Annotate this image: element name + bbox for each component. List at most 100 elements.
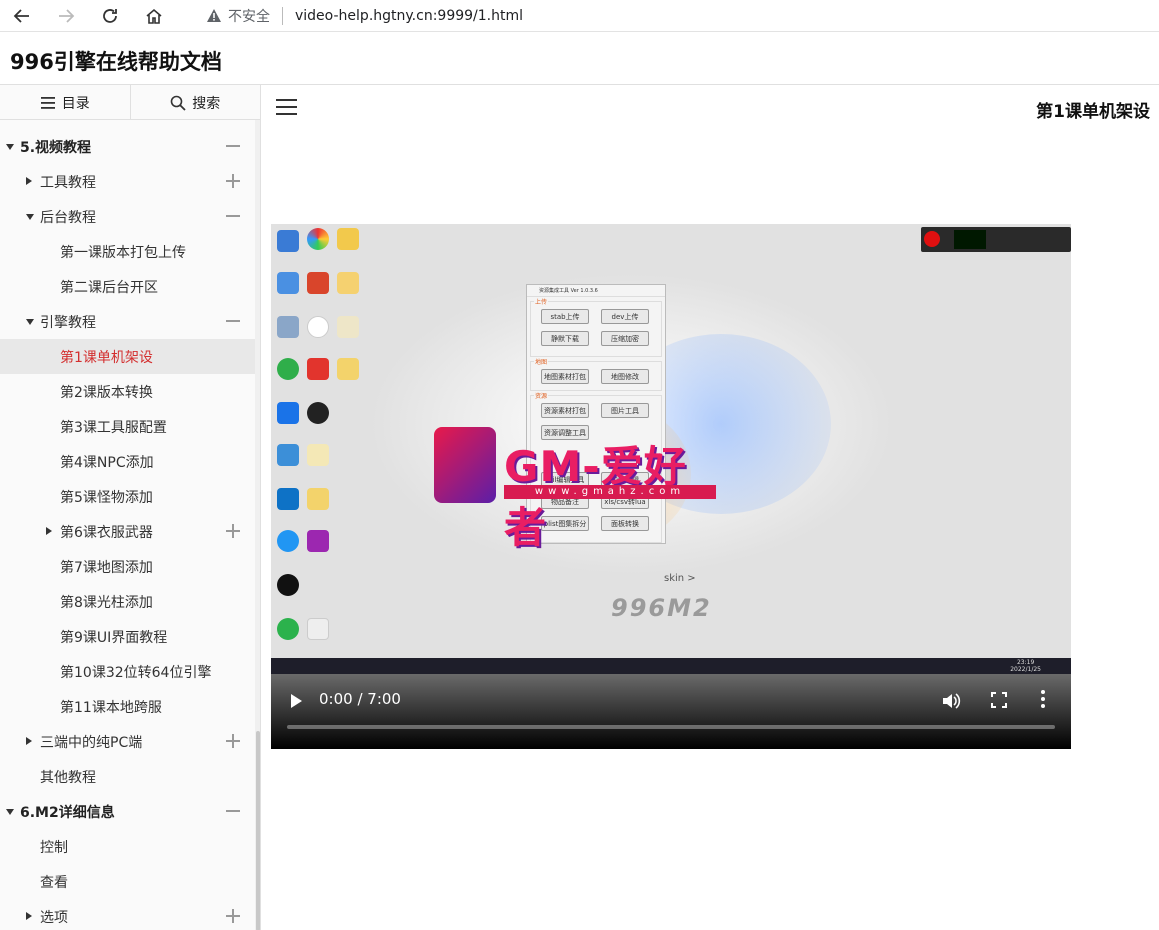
expand-icon[interactable] — [226, 174, 240, 188]
caret-down-icon[interactable] — [6, 144, 14, 150]
desktop-app-icon — [277, 402, 299, 424]
collapse-icon[interactable] — [226, 209, 240, 223]
address-bar[interactable]: 不安全 video-help.hgtny.cn:9999/1.html — [188, 0, 523, 32]
video-progress-bar[interactable] — [287, 725, 1055, 729]
expand-icon[interactable] — [226, 524, 240, 538]
caret-down-icon[interactable] — [26, 214, 34, 220]
toc-item-label: 工具教程 — [40, 174, 96, 191]
record-icon — [924, 231, 940, 247]
toc-item-label: 后台教程 — [40, 209, 96, 226]
expand-icon[interactable] — [226, 734, 240, 748]
toc-item-label: 第4课NPC添加 — [60, 454, 154, 471]
reload-button[interactable] — [88, 0, 132, 32]
watermark: GM-爱好者 www.gmahz.com — [434, 427, 724, 552]
watermark-url: www.gmahz.com — [504, 485, 716, 499]
toc-item-label: 第11课本地跨服 — [60, 699, 162, 716]
collapse-icon[interactable] — [226, 139, 240, 153]
toc-item[interactable]: 第6课衣服武器 — [0, 514, 255, 549]
toc-item[interactable]: 引擎教程 — [0, 304, 255, 339]
desktop-app-icon — [277, 358, 299, 380]
reload-icon — [103, 8, 117, 23]
toc-item[interactable]: 第1课单机架设 — [0, 339, 255, 374]
caret-right-icon[interactable] — [26, 737, 32, 745]
toc-item[interactable]: 选项 — [0, 899, 255, 930]
toc-item[interactable]: 工具教程 — [0, 164, 255, 199]
volume-icon[interactable] — [941, 691, 961, 711]
desktop-app-icon — [277, 574, 299, 596]
desktop-app-icon — [277, 272, 299, 294]
toc-tree: 5.视频教程工具教程后台教程第一课版本打包上传 第二课后台开区 引擎教程 第1课单机架… — [0, 129, 255, 930]
toc-item[interactable]: 6.M2详细信息 — [0, 794, 255, 829]
toc-item[interactable]: 第一课版本打包上传 — [0, 234, 255, 269]
toc-item[interactable]: 三端中的纯PC端 — [0, 724, 255, 759]
toc-item-label: 第2课版本转换 — [60, 384, 153, 401]
toc-item-label: 第8课光柱添加 — [60, 594, 153, 611]
caret-right-icon[interactable] — [26, 177, 32, 185]
taskbar-clock: 23:19 2022/1/25 — [1010, 659, 1041, 673]
insecure-label: 不安全 — [228, 9, 270, 25]
tab-toc-label: 目录 — [61, 95, 90, 112]
desktop-app-icon — [277, 230, 299, 252]
video-taskbar: 23:19 2022/1/25 — [271, 658, 1071, 674]
toc-item[interactable]: 第11课本地跨服 — [0, 689, 255, 724]
toc-item[interactable]: 后台教程 — [0, 199, 255, 234]
tool-window-title: 资源集成工具 Ver 1.0.3.6 — [527, 285, 665, 297]
home-button[interactable] — [132, 0, 176, 32]
menu-bar-icon — [276, 113, 297, 115]
toc-item[interactable]: 第2课版本转换 — [0, 374, 255, 409]
toc-item[interactable]: 5.视频教程 — [0, 129, 255, 164]
toc-item-label: 5.视频教程 — [20, 139, 92, 156]
sidebar-scrollbar-thumb[interactable] — [256, 731, 260, 930]
collapse-icon[interactable] — [226, 804, 240, 818]
desktop-app-icon — [337, 272, 359, 294]
tool-section: 上传 stab上传 dev上传 静默下载 压缩加密 — [530, 297, 662, 357]
tool-button: 图片工具 — [601, 403, 649, 418]
toc-item[interactable]: 第二课后台开区 — [0, 269, 255, 304]
caret-right-icon[interactable] — [46, 527, 52, 535]
tool-section-label: 上传 — [534, 297, 549, 306]
caret-down-icon[interactable] — [6, 809, 14, 815]
site-header: 996引擎在线帮助文档 — [0, 32, 1159, 85]
caret-right-icon[interactable] — [26, 912, 32, 920]
browser-toolbar: 不安全 video-help.hgtny.cn:9999/1.html — [0, 0, 1159, 32]
expand-icon[interactable] — [226, 909, 240, 923]
desktop-app-icon — [307, 530, 329, 552]
site-title: 996引擎在线帮助文档 — [10, 50, 222, 74]
collapse-icon[interactable] — [226, 314, 240, 328]
toc-item[interactable]: 查看 — [0, 864, 255, 899]
toc-item[interactable]: 第8课光柱添加 — [0, 584, 255, 619]
toc-item[interactable]: 其他教程 — [0, 759, 255, 794]
tool-button: 压缩加密 — [601, 331, 649, 346]
home-icon — [146, 8, 162, 24]
desktop-app-icon — [337, 316, 359, 338]
desktop-app-icon — [307, 358, 329, 380]
toc-item-label: 第6课衣服武器 — [60, 524, 153, 541]
toc-item-label: 控制 — [40, 839, 68, 856]
audio-meter — [954, 230, 986, 249]
tab-toc[interactable]: 目录 — [0, 85, 130, 120]
toc-item[interactable]: 第5课怪物添加 — [0, 479, 255, 514]
url-text[interactable]: video-help.hgtny.cn:9999/1.html — [295, 8, 523, 24]
desktop-app-icon — [307, 488, 329, 510]
video-player[interactable]: 资源集成工具 Ver 1.0.3.6 上传 stab上传 dev上传 静默下载 压缩… — [271, 224, 1071, 749]
menu-toggle-button[interactable] — [276, 99, 297, 115]
toc-item[interactable]: 第4课NPC添加 — [0, 444, 255, 479]
toc-item[interactable]: 第3课工具服配置 — [0, 409, 255, 444]
tab-search[interactable]: 搜索 — [129, 85, 261, 120]
play-icon[interactable] — [291, 694, 302, 708]
back-button[interactable] — [0, 0, 44, 32]
desktop-app-icon — [277, 316, 299, 338]
desktop-app-icon — [307, 316, 329, 338]
desktop-app-icon — [307, 272, 329, 294]
toc-item-label: 第5课怪物添加 — [60, 489, 153, 506]
forward-button[interactable] — [44, 0, 88, 32]
toc-item[interactable]: 第7课地图添加 — [0, 549, 255, 584]
toc-item[interactable]: 第9课UI界面教程 — [0, 619, 255, 654]
clock-time: 23:19 — [1016, 659, 1035, 666]
tool-section: 地图 地图素材打包 地图修改 — [530, 357, 662, 391]
toc-item[interactable]: 第10课32位转64位引擎 — [0, 654, 255, 689]
caret-down-icon[interactable] — [26, 319, 34, 325]
toc-item[interactable]: 控制 — [0, 829, 255, 864]
more-options-icon[interactable] — [1041, 690, 1047, 710]
fullscreen-icon[interactable] — [991, 692, 1007, 708]
